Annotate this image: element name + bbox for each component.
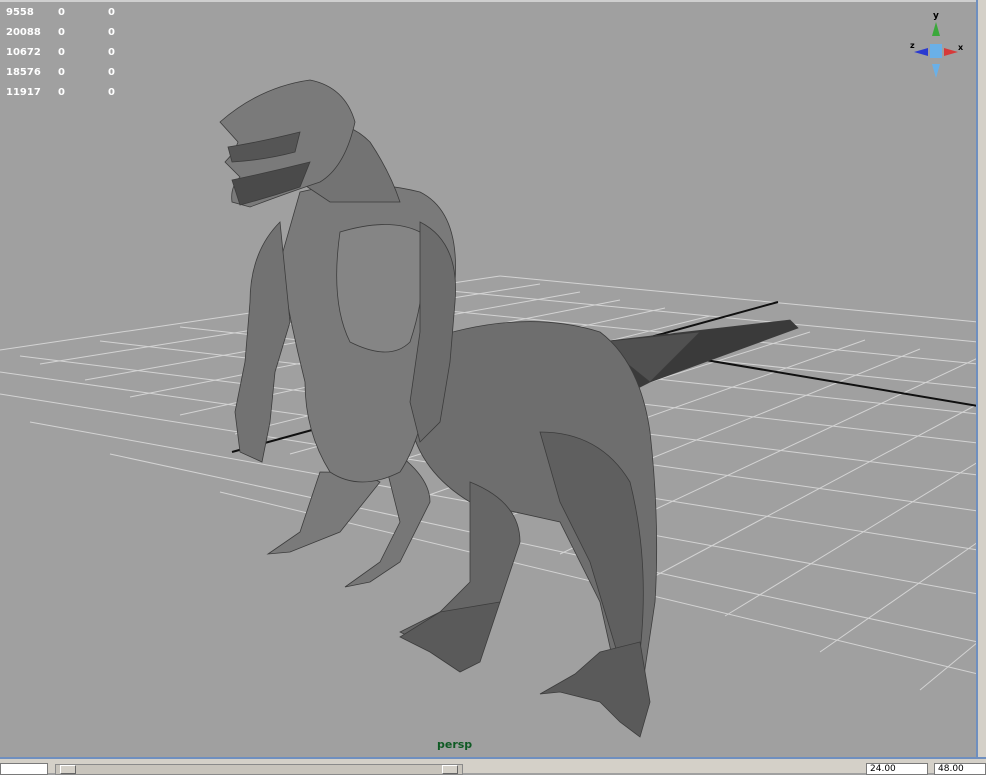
hud-value: 20088	[6, 27, 41, 38]
hud-value: 0	[58, 67, 65, 78]
viewport-side-frame	[976, 0, 986, 773]
time-range-slider[interactable]	[55, 764, 463, 775]
hud-row: 9558 0 0	[6, 7, 160, 27]
x-axis-cone-icon	[944, 48, 958, 56]
hud-value: 0	[108, 87, 115, 98]
hud-value: 11917	[6, 87, 41, 98]
axis-x-label: x	[958, 43, 964, 52]
hud-value: 0	[108, 47, 115, 58]
hud-value: 0	[108, 7, 115, 18]
dinosaur-model	[219, 79, 799, 738]
view-axis-gizmo[interactable]: y x z	[908, 8, 964, 80]
hud-row: 11917 0 0	[6, 87, 160, 107]
hud-value: 10672	[6, 47, 41, 58]
y-axis-cone-icon	[932, 22, 940, 36]
hud-value: 0	[58, 27, 65, 38]
neg-y-axis-cone-icon	[932, 64, 940, 78]
start-time-field[interactable]	[0, 763, 48, 775]
hud-row: 10672 0 0	[6, 47, 160, 67]
scene-canvas[interactable]	[0, 2, 978, 757]
range-end-field[interactable]: 48.00	[934, 763, 986, 775]
axis-z-label: z	[910, 41, 915, 50]
hud-value: 0	[58, 47, 65, 58]
z-axis-cone-icon	[914, 48, 928, 56]
hud-value: 0	[58, 7, 65, 18]
axis-center-cube-icon	[930, 44, 942, 58]
perspective-viewport[interactable]: 9558 0 0 20088 0 0 10672 0 0 18576 0 0 1…	[0, 0, 978, 757]
heads-up-display: 9558 0 0 20088 0 0 10672 0 0 18576 0 0 1…	[6, 7, 160, 107]
camera-name-label: persp	[437, 738, 473, 751]
hud-value: 0	[58, 87, 65, 98]
axis-y-label: y	[933, 11, 939, 21]
hud-value: 0	[108, 67, 115, 78]
hud-value: 18576	[6, 67, 41, 78]
hud-row: 20088 0 0	[6, 27, 160, 47]
range-slider-bar: 24.00 48.00	[0, 757, 986, 775]
hud-value: 9558	[6, 7, 34, 18]
hud-value: 0	[108, 27, 115, 38]
hud-row: 18576 0 0	[6, 67, 160, 87]
range-start-field[interactable]: 24.00	[866, 763, 928, 775]
